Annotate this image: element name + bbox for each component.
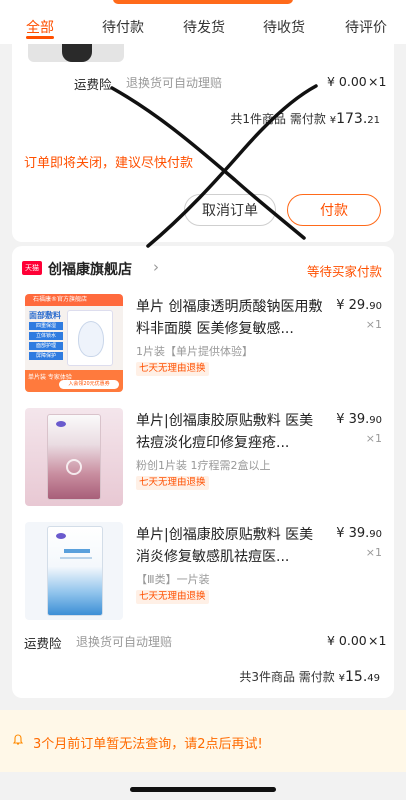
image-coupon-text: 入会领20元优惠券 — [59, 380, 119, 389]
product-title[interactable]: 单片|创福康胶原贴敷料 医美消炎修复敏感肌祛痘医... — [136, 524, 324, 568]
product-sku: 粉创1片装 1疗程需2盒以上 — [136, 459, 271, 472]
product-qty: ×1 — [365, 546, 382, 559]
shipping-insurance-label: 运费险 — [24, 636, 62, 651]
order-status-tabs: 全部 待付款 待发货 待收货 待评价 — [0, 0, 406, 44]
image-feature: 立体锁水 — [29, 332, 63, 340]
image-promo-band: 单片装 专家体验 入会领20元优惠券 — [25, 370, 123, 392]
top-banner-edge — [113, 0, 293, 4]
cancel-order-button[interactable]: 取消订单 — [184, 194, 276, 226]
return-policy-tag: 七天无理由退换 — [136, 590, 209, 604]
store-header[interactable]: 天猫 创福康旗舰店 › 等待买家付款 — [12, 246, 394, 290]
shipping-insurance-price: ¥ 0.00 — [327, 633, 367, 648]
product-title[interactable]: 单片 创福康透明质酸钠医用敷料非面膜 医美修复敏感... — [136, 296, 324, 340]
tab-all[interactable]: 全部 — [26, 17, 54, 37]
pay-label: 需付款 — [289, 112, 326, 126]
image-feature: 屏障保护 — [29, 352, 63, 360]
tab-pending-receipt[interactable]: 待收货 — [263, 17, 305, 37]
pay-button[interactable]: 付款 — [287, 194, 381, 226]
image-store-band: 石福康®官方旗舰店 — [25, 294, 123, 306]
product-qty: ×1 — [365, 318, 382, 331]
tmall-icon: 天猫 — [22, 261, 42, 275]
product-image[interactable] — [25, 408, 123, 506]
product-price: ¥ 39.90 — [336, 412, 382, 427]
product-image[interactable]: 石福康®官方旗舰店 面部敷料 四重保湿 立体锁水 面部护理 屏障保护 单片装 专… — [25, 294, 123, 392]
image-title: 面部敷料 — [29, 311, 61, 320]
list-item[interactable]: 单片|创福康胶原贴敷料 医美祛痘淡化痘印修复痤疮... 粉创1片装 1疗程需2盒… — [12, 408, 394, 518]
tab-pending-shipment[interactable]: 待发货 — [183, 17, 225, 37]
image-feature: 四重保湿 — [29, 322, 63, 330]
tab-pending-review[interactable]: 待评价 — [345, 17, 387, 37]
bell-icon — [12, 734, 24, 745]
tab-pending-payment[interactable]: 待付款 — [102, 17, 144, 37]
item-count: 共3件商品 — [239, 670, 295, 684]
price-int: ¥ 29. — [336, 298, 370, 313]
home-indicator — [130, 787, 276, 792]
product-price: ¥ 29.90 — [336, 298, 382, 313]
total-amount-dec: 49 — [367, 673, 380, 684]
price-dec: 90 — [369, 415, 382, 426]
shipping-insurance-label: 运费险 — [74, 77, 112, 92]
history-notice-bar: 3个月前订单暂无法查询，请2点后再试! — [0, 710, 406, 772]
order-card: 天猫 创福康旗舰店 › 等待买家付款 石福康®官方旗舰店 面部敷料 四重保湿 立… — [12, 246, 394, 698]
image-feature: 面部护理 — [29, 342, 63, 350]
product-qty: ×1 — [365, 432, 382, 445]
product-sku: 【Ⅲ类】一片装 — [136, 573, 210, 586]
chevron-right-icon[interactable]: › — [153, 258, 159, 276]
price-dec: 90 — [369, 529, 382, 540]
item-count: 共1件商品 — [230, 112, 287, 126]
order-status: 等待买家付款 — [306, 264, 382, 279]
store-name[interactable]: 创福康旗舰店 — [48, 259, 132, 279]
price-dec: 90 — [369, 301, 382, 312]
order-total: 共1件商品 需付款 ¥173.21 — [230, 110, 380, 127]
order-card: 运费险 退换货可自动理赔 ¥ 0.00 ×1 共1件商品 需付款 ¥173.21… — [12, 44, 394, 242]
product-thumbnail[interactable] — [28, 44, 124, 62]
total-amount-dec: 21 — [367, 115, 380, 126]
product-title[interactable]: 单片|创福康胶原贴敷料 医美祛痘淡化痘印修复痤疮... — [136, 410, 324, 454]
list-item[interactable]: 石福康®官方旗舰店 面部敷料 四重保湿 立体锁水 面部护理 屏障保护 单片装 专… — [12, 294, 394, 404]
total-amount-int: 15. — [345, 669, 368, 685]
shipping-insurance-price: ¥ 0.00 — [327, 74, 367, 89]
shipping-insurance-qty: ×1 — [368, 633, 387, 648]
product-image[interactable] — [25, 522, 123, 620]
shipping-insurance-desc: 退换货可自动理赔 — [76, 635, 173, 649]
list-item[interactable]: 单片|创福康胶原贴敷料 医美消炎修复敏感肌祛痘医... 【Ⅲ类】一片装 七天无理… — [12, 522, 394, 632]
mask-illustration — [67, 310, 113, 366]
price-int: ¥ 39. — [336, 412, 370, 427]
pay-label: 需付款 — [298, 670, 335, 684]
price-int: ¥ 39. — [336, 526, 370, 541]
close-warning: 订单即将关闭，建议尽快付款 — [24, 156, 194, 171]
return-policy-tag: 七天无理由退换 — [136, 362, 209, 376]
total-amount-int: 173. — [336, 111, 368, 127]
active-tab-indicator — [26, 36, 54, 39]
product-price: ¥ 39.90 — [336, 526, 382, 541]
history-notice-text: 3个月前订单暂无法查询，请2点后再试! — [33, 737, 263, 752]
return-policy-tag: 七天无理由退换 — [136, 476, 209, 490]
product-sku: 1片装【单片提供体验】 — [136, 345, 253, 358]
order-total: 共3件商品 需付款 ¥15.49 — [239, 668, 380, 685]
shipping-insurance-desc: 退换货可自动理赔 — [126, 76, 223, 90]
shipping-insurance-qty: ×1 — [368, 74, 387, 89]
